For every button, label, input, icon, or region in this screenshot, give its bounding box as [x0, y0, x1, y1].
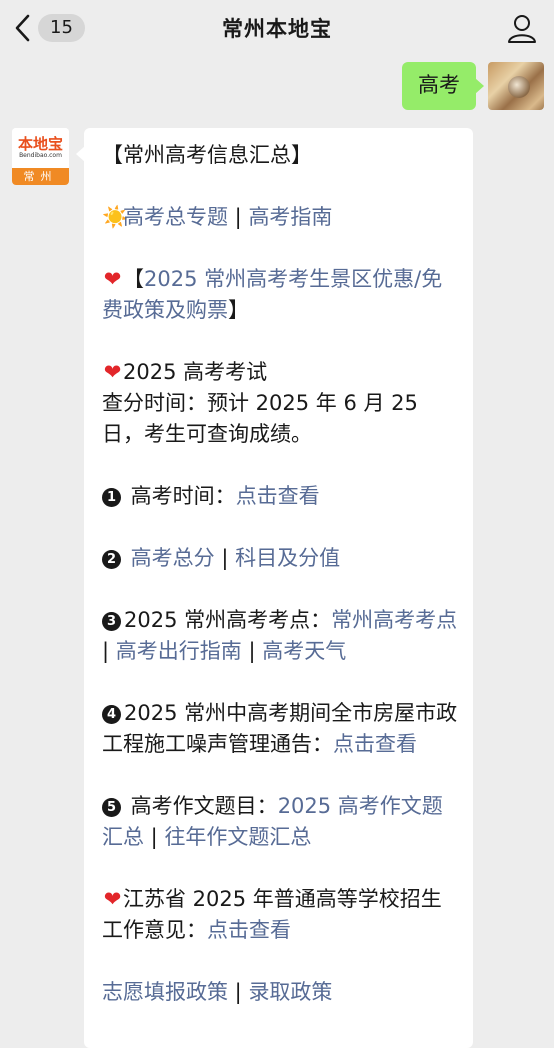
- link-exam-weather[interactable]: 高考天气: [262, 639, 346, 663]
- heart-icon: ❤: [103, 887, 122, 911]
- link-view-admission-opinion[interactable]: 点击查看: [207, 918, 291, 942]
- separator: |: [214, 546, 236, 570]
- link-view-exam-time[interactable]: 点击查看: [236, 484, 320, 508]
- number-5-icon: 5: [102, 798, 121, 817]
- exam-score-text: 查分时间：预计 2025 年 6 月 25 日，考生可查询成绩。: [102, 391, 418, 446]
- person-icon[interactable]: [506, 12, 538, 44]
- bot-city-label: 常州: [12, 168, 69, 185]
- number-2-icon: 2: [102, 550, 121, 569]
- item-noise-notice: 4 2025 常州中高考期间全市房屋市政工程施工噪声管理通告：点击查看: [102, 698, 461, 760]
- back-button[interactable]: 15: [10, 10, 85, 46]
- link-application-policy[interactable]: 志愿填报政策: [102, 980, 228, 1004]
- top-nav-bar: 15 常州本地宝: [0, 0, 554, 56]
- line-admission-opinion: ❤江苏省 2025 年普通高等学校招生工作意见：点击查看: [102, 884, 461, 946]
- item-label: 高考时间：: [124, 484, 236, 508]
- bot-logo-url: Bendibao.com: [19, 152, 62, 159]
- item-total-score: 2 高考总分 | 科目及分值: [102, 543, 461, 574]
- number-3-icon: 3: [102, 612, 121, 631]
- line-exam-score: ❤2025 高考考试 查分时间：预计 2025 年 6 月 25 日，考生可查询…: [102, 357, 461, 450]
- item-exam-sites: 3 2025 常州高考考点：常州高考考点 | 高考出行指南 | 高考天气: [102, 605, 461, 667]
- separator: |: [228, 205, 249, 229]
- link-exam-sites[interactable]: 常州高考考点: [331, 608, 457, 632]
- bot-logo-area: 本地宝 Bendibao.com: [12, 128, 69, 168]
- link-travel-guide[interactable]: 高考出行指南: [116, 639, 242, 663]
- exam-title: 2025 高考考试: [123, 360, 268, 384]
- number-4-icon: 4: [102, 705, 121, 724]
- heart-icon: ❤: [103, 267, 122, 291]
- chat-title: 常州本地宝: [222, 17, 332, 41]
- separator: |: [241, 639, 263, 663]
- item-label: 高考作文题目：: [124, 794, 278, 818]
- link-gaokao-topic[interactable]: 高考总专题: [123, 205, 228, 229]
- heart-icon: ❤: [103, 360, 122, 384]
- separator: |: [228, 980, 249, 1004]
- outgoing-message-bubble[interactable]: 高考: [402, 62, 484, 110]
- line-gaokao-topics: ☀️高考总专题 | 高考指南: [102, 202, 461, 233]
- number-1-icon: 1: [102, 488, 121, 507]
- line-policies: 志愿填报政策 | 录取政策: [102, 977, 461, 1008]
- link-subjects-scores[interactable]: 科目及分值: [235, 546, 340, 570]
- link-admission-policy[interactable]: 录取政策: [248, 980, 332, 1004]
- item-essay-topics: 5 高考作文题目：2025 高考作文题汇总 | 往年作文题汇总: [102, 791, 461, 853]
- incoming-message-bubble: 【常州高考信息汇总】 ☀️高考总专题 | 高考指南 ❤【2025 常州高考考生景…: [76, 128, 473, 1048]
- bot-avatar[interactable]: 本地宝 Bendibao.com 常州: [12, 128, 69, 185]
- link-scenic-discount[interactable]: 2025 常州高考考生景区优惠/免费政策及购票: [102, 267, 442, 322]
- chevron-left-icon: [15, 14, 30, 42]
- message-header: 【常州高考信息汇总】: [102, 143, 312, 167]
- link-gaokao-guide[interactable]: 高考指南: [248, 205, 332, 229]
- link-past-essay-topics[interactable]: 往年作文题汇总: [164, 825, 311, 849]
- item-label: 2025 常州高考考点：: [124, 608, 332, 632]
- bracket-close: 】: [228, 298, 249, 322]
- sun-icon: ☀️: [102, 205, 129, 229]
- item-exam-time: 1 高考时间：点击查看: [102, 481, 461, 512]
- line-scenic-discount: ❤【2025 常州高考考生景区优惠/免费政策及购票】: [102, 264, 461, 326]
- link-view-noise-notice[interactable]: 点击查看: [333, 732, 417, 756]
- separator: |: [102, 639, 116, 663]
- link-total-score[interactable]: 高考总分: [124, 546, 215, 570]
- user-avatar[interactable]: [488, 62, 544, 110]
- unread-count-badge: 15: [38, 14, 85, 42]
- bracket-open: 【: [123, 267, 144, 291]
- bot-logo-text: 本地宝: [17, 135, 63, 153]
- separator: |: [144, 825, 165, 849]
- outgoing-message-row: 高考: [402, 62, 544, 110]
